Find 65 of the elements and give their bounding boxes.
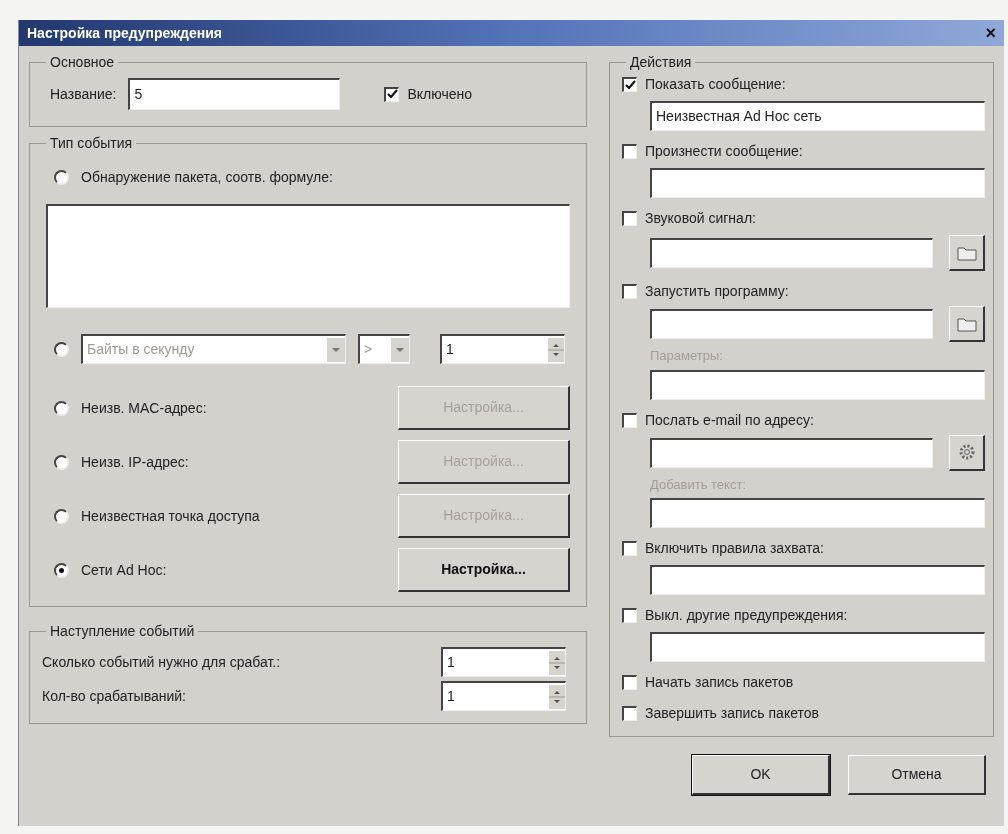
radio-button[interactable] — [54, 454, 69, 470]
checkmark-icon — [386, 89, 398, 100]
spin-field[interactable]: 1 — [441, 681, 566, 711]
radio-button[interactable] — [54, 400, 69, 416]
action-label: Завершить запись пакетов — [645, 704, 819, 723]
radio-button[interactable] — [54, 508, 69, 524]
checkbox[interactable] — [384, 86, 400, 102]
option-label: Обнаружение пакета, соотв. формуле: — [81, 168, 333, 187]
action-label: Выкл. другие предупреждения: — [645, 606, 848, 625]
window-title: Настройка предупреждения — [27, 23, 222, 43]
action-label: Показать сообщение: — [645, 75, 786, 94]
text-field[interactable] — [650, 498, 985, 528]
checkbox[interactable] — [622, 284, 637, 299]
ok-button[interactable]: OK — [692, 755, 830, 795]
group-title: Основное — [50, 54, 115, 70]
checkmark-icon — [624, 79, 636, 91]
action-label: Включить правила захвата: — [645, 539, 824, 558]
text-field[interactable] — [650, 369, 985, 400]
checkbox[interactable] — [622, 211, 637, 226]
browse-button[interactable] — [949, 306, 985, 342]
text-field[interactable] — [650, 437, 933, 468]
spin-arrows-icon — [549, 684, 565, 709]
cancel-button[interactable]: Отмена — [848, 755, 986, 795]
field-label: Название: — [50, 84, 117, 104]
option-label: Сети Ad Hoc: — [81, 560, 167, 580]
spin-arrows-icon — [549, 650, 565, 675]
action-label: Начать запись пакетов — [645, 673, 794, 692]
action-label: Звуковой сигнал: — [645, 209, 756, 228]
radio-button[interactable] — [54, 562, 69, 578]
checkbox[interactable] — [622, 675, 637, 690]
option-label: Неизв. MAC-адрес: — [81, 398, 207, 418]
checkbox[interactable] — [622, 608, 637, 623]
text-field[interactable] — [650, 168, 985, 198]
text-field[interactable] — [650, 565, 985, 595]
text-field[interactable] — [650, 238, 933, 268]
action-label: Запустить программу: — [645, 282, 789, 301]
spin-arrows-icon — [548, 337, 564, 362]
browse-button[interactable] — [949, 235, 985, 271]
close-button[interactable]: × — [985, 24, 996, 42]
group-title: Действия — [630, 54, 692, 70]
option-label: Неизвестная точка доступа — [81, 506, 260, 526]
folder-icon — [956, 315, 977, 332]
formula-field[interactable] — [46, 204, 570, 308]
group-title: Наступление событий — [50, 623, 195, 639]
text-field[interactable] — [650, 632, 985, 662]
group-title: Тип события — [50, 135, 133, 151]
checkbox[interactable] — [622, 541, 637, 556]
setup-button[interactable]: Настройка... — [398, 548, 570, 592]
text-field[interactable]: Неизвестная Ad Hoc сеть — [650, 101, 985, 131]
address-book-button[interactable] — [949, 434, 985, 471]
checkbox[interactable] — [622, 144, 637, 159]
checkbox-label: Включено — [407, 84, 473, 104]
name-field[interactable]: 5 — [128, 78, 341, 110]
option-label: Неизв. IP-адрес: — [81, 452, 189, 472]
spin-field[interactable]: 1 — [441, 647, 566, 677]
field-label: Сколько событий нужно для срабат.: — [42, 652, 281, 672]
folder-icon — [956, 244, 977, 261]
checkbox[interactable] — [622, 77, 637, 92]
action-label: Послать e-mail по адресу: — [645, 410, 814, 430]
checkbox[interactable] — [622, 706, 637, 721]
field-label: Кол-во срабатываний: — [42, 686, 186, 706]
text-field[interactable] — [650, 309, 933, 339]
action-label: Произнести сообщение: — [645, 142, 803, 161]
checkbox[interactable] — [622, 412, 637, 428]
radio-button[interactable] — [54, 170, 69, 185]
